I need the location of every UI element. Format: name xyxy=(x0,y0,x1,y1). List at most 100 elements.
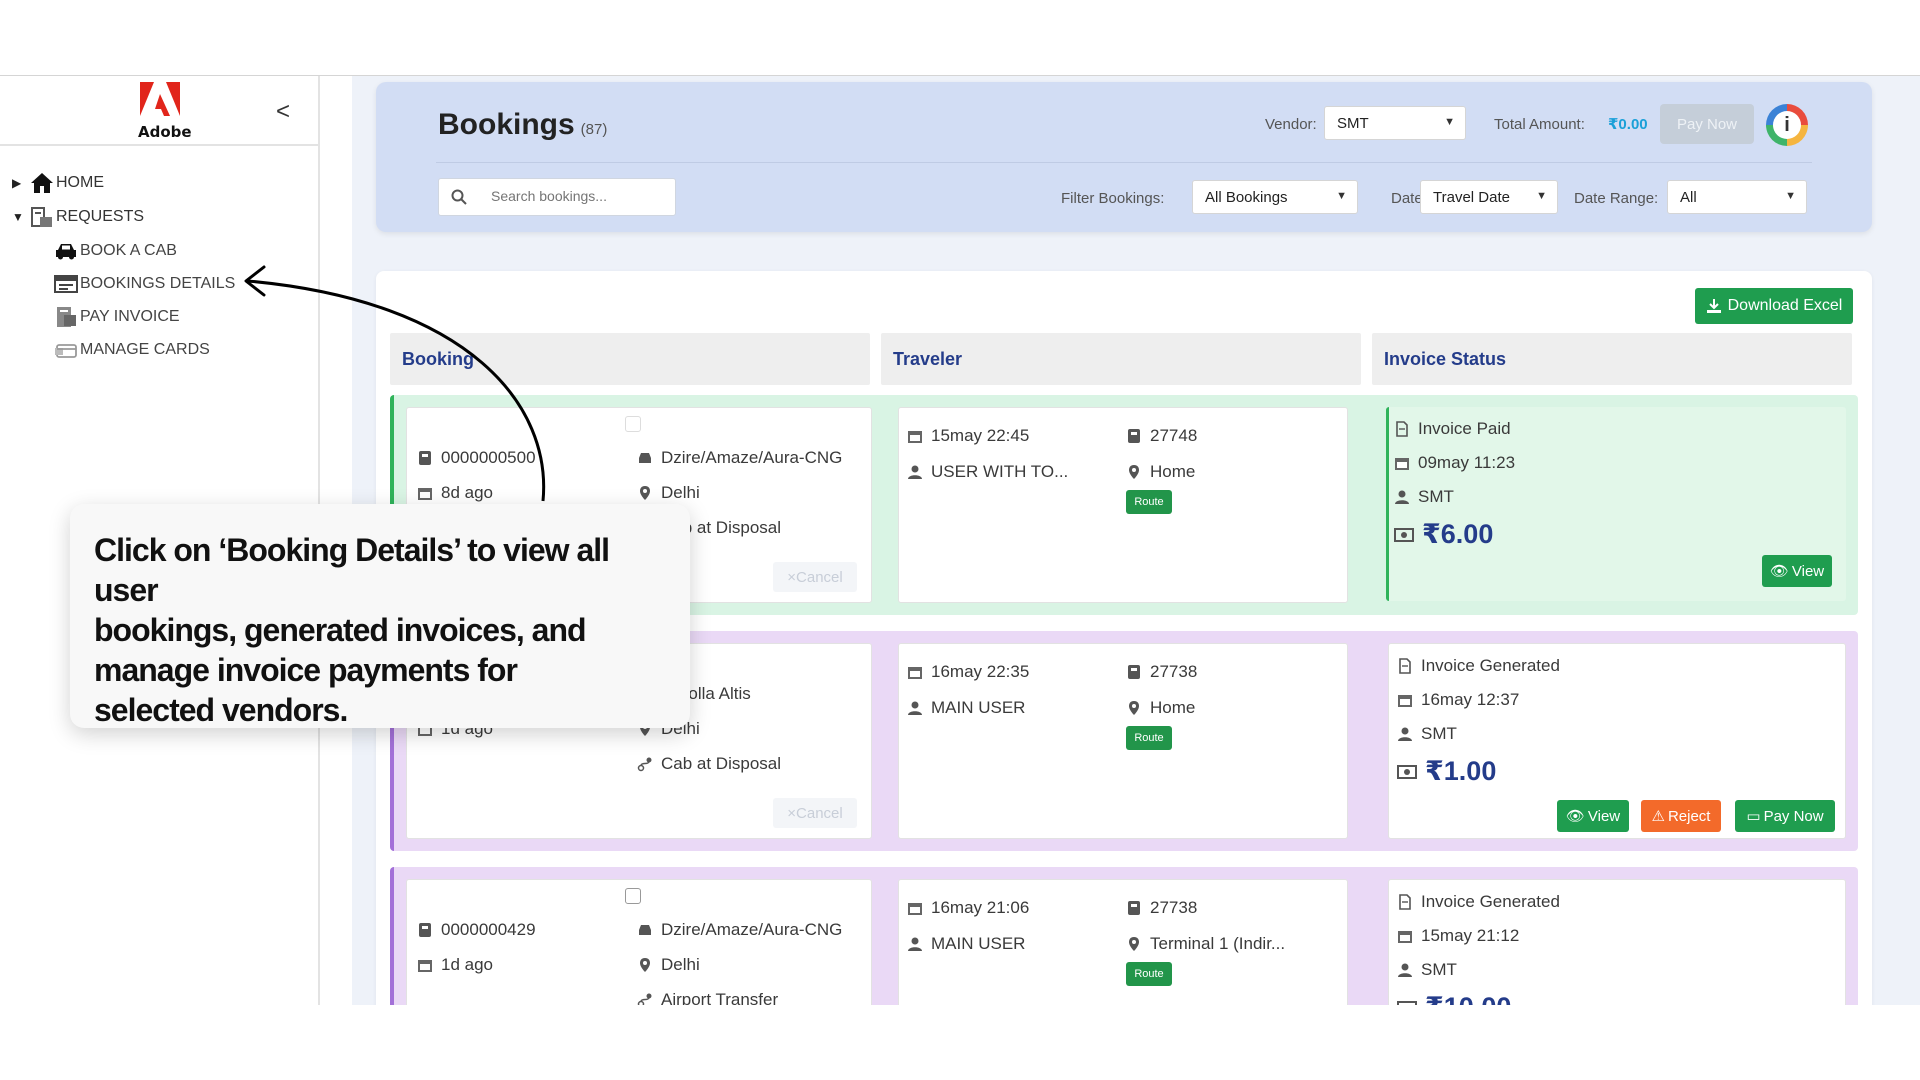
invoice-vendor: SMT xyxy=(1397,960,1457,980)
home-icon xyxy=(30,171,54,195)
user-icon xyxy=(1398,963,1412,977)
travel-time-text: 15may 22:45 xyxy=(931,426,1030,445)
travel-time-text: 16may 22:35 xyxy=(931,662,1030,681)
bookings-count: (87) xyxy=(580,121,608,138)
column-header-traveler: Traveler xyxy=(881,333,1361,385)
filter-bookings-select[interactable]: All Bookings ▼ xyxy=(1192,180,1358,214)
id-badge-icon xyxy=(419,451,431,465)
invoice-date: 09may 11:23 xyxy=(1394,453,1515,473)
document-icon xyxy=(1396,421,1408,437)
logo-area: Adobe < xyxy=(0,76,318,146)
invoice-vendor-text: SMT xyxy=(1421,724,1457,743)
traveler-name-text: MAIN USER xyxy=(931,934,1026,953)
callout-line-4: selected vendors. xyxy=(94,692,348,728)
caret-right-icon[interactable]: ▶ xyxy=(12,176,30,190)
invoice-cell: Invoice Generated 16may 12:37 SMT ₹1.00 … xyxy=(1388,643,1846,839)
route-badge[interactable]: Route xyxy=(1126,726,1172,750)
view-invoice-button[interactable]: 👁 View xyxy=(1762,555,1832,587)
chevron-down-icon: ▼ xyxy=(1785,190,1796,202)
invoice-cell: Invoice Paid 09may 11:23 SMT ₹6.00 👁 View xyxy=(1386,407,1846,603)
traveler-name: MAIN USER xyxy=(907,698,1025,718)
calendar-icon xyxy=(908,431,922,443)
vendor-label: Vendor: xyxy=(1265,116,1317,133)
date-range-select[interactable]: All ▼ xyxy=(1667,180,1807,214)
chevron-down-icon: ▼ xyxy=(1336,190,1347,202)
sidebar-item-label: MANAGE CARDS xyxy=(80,340,210,358)
sidebar-item-book-a-cab[interactable]: BOOK A CAB xyxy=(0,234,318,267)
travel-time-text: 16may 21:06 xyxy=(931,898,1030,917)
warning-icon: ⚠ xyxy=(1651,808,1665,825)
invoice-amount: ₹6.00 xyxy=(1394,519,1493,550)
sidebar-item-label: BOOKINGS DETAILS xyxy=(80,274,236,292)
app-window: Adobe < ▶ HOME ▼ REQUESTS BOOK A CAB BOO… xyxy=(0,75,1920,1005)
map-pin-icon xyxy=(1129,937,1139,951)
pay-now-header-button[interactable]: Pay Now xyxy=(1660,104,1754,144)
invoice-date: 16may 12:37 xyxy=(1397,690,1519,710)
bookings-header: Bookings (87) Vendor: SMT ▼ Total Amount:… xyxy=(376,82,1872,232)
row-checkbox[interactable] xyxy=(625,416,641,432)
pickup-location-text: Home xyxy=(1150,698,1196,717)
sidebar-item-bookings-details[interactable]: BOOKINGS DETAILS xyxy=(0,267,318,300)
map-pin-icon xyxy=(640,958,650,972)
calendar-icon xyxy=(1398,931,1412,943)
route-badge[interactable]: Route xyxy=(1126,490,1172,514)
view-invoice-button[interactable]: 👁 View xyxy=(1557,800,1629,832)
map-pin-icon xyxy=(640,486,650,500)
booking-age-text: 1d ago xyxy=(441,955,493,974)
travel-time: 16may 22:35 xyxy=(907,662,1029,682)
car-type: Dzire/Amaze/Aura-CNG xyxy=(637,920,842,940)
collapse-sidebar-button[interactable]: < xyxy=(276,98,290,126)
pay-now-button[interactable]: ▭ Pay Now xyxy=(1735,800,1835,832)
service-type-text: Airport Transfer xyxy=(661,990,779,1005)
travel-time: 16may 21:06 xyxy=(907,898,1029,918)
invoice-status: Invoice Generated xyxy=(1397,656,1560,676)
traveler-id-text: 27738 xyxy=(1150,898,1198,917)
sidebar-item-label: HOME xyxy=(56,174,104,191)
sidebar-item-home[interactable]: ▶ HOME xyxy=(0,166,318,200)
caret-down-icon[interactable]: ▼ xyxy=(12,210,30,224)
column-header-booking: Booking xyxy=(390,333,870,385)
travel-time: 15may 22:45 xyxy=(907,426,1029,446)
car-type-text: Dzire/Amaze/Aura-CNG xyxy=(661,920,843,939)
city: Delhi xyxy=(637,955,700,975)
id-badge-icon xyxy=(419,923,431,937)
traveler-id-text: 27748 xyxy=(1150,426,1198,445)
traveler-cell: 16may 21:06 MAIN USER 27738 Terminal 1 (… xyxy=(898,879,1348,1005)
booking-cell: 0000000429 1d ago Dzire/Amaze/Aura-CNG D… xyxy=(406,879,872,1005)
sidebar-item-manage-cards[interactable]: MANAGE CARDS xyxy=(0,333,318,366)
adobe-logo[interactable]: Adobe xyxy=(138,82,192,141)
invoice-vendor: SMT xyxy=(1397,724,1457,744)
search-input[interactable] xyxy=(491,188,667,204)
invoice-amount-text: ₹6.00 xyxy=(1422,519,1494,549)
cash-icon xyxy=(1394,527,1414,542)
traveler-name-text: MAIN USER xyxy=(931,698,1026,717)
user-icon xyxy=(1398,727,1412,741)
sidebar-item-label: REQUESTS xyxy=(56,208,145,225)
date-type-select[interactable]: Travel Date ▼ xyxy=(1420,180,1558,214)
download-icon xyxy=(1706,299,1721,313)
cancel-booking-button[interactable]: ×Cancel xyxy=(773,798,857,828)
booking-id-text: 0000000500 xyxy=(441,448,536,467)
sidebar-item-requests[interactable]: ▼ REQUESTS xyxy=(0,200,318,234)
invoice-vendor-text: SMT xyxy=(1421,960,1457,979)
route-badge[interactable]: Route xyxy=(1126,962,1172,986)
id-badge-icon xyxy=(1128,429,1140,443)
vendor-select[interactable]: SMT ▼ xyxy=(1324,106,1466,140)
traveler-id: 27738 xyxy=(1126,898,1197,918)
total-amount-label: Total Amount: xyxy=(1494,116,1585,133)
document-icon xyxy=(1399,894,1411,910)
reject-invoice-button[interactable]: ⚠ Reject xyxy=(1641,800,1721,832)
calendar-icon xyxy=(908,667,922,679)
date-range-value: All xyxy=(1680,189,1697,206)
calendar-icon xyxy=(418,488,432,500)
user-avatar[interactable]: i xyxy=(1766,104,1808,146)
cancel-booking-button[interactable]: ×Cancel xyxy=(773,562,857,592)
eye-icon: 👁 xyxy=(1769,563,1789,580)
row-checkbox[interactable] xyxy=(625,888,641,904)
pickup-location: Terminal 1 (Indir... xyxy=(1126,934,1285,954)
sidebar-item-label: PAY INVOICE xyxy=(80,307,180,325)
sidebar-item-pay-invoice[interactable]: PAY INVOICE xyxy=(0,300,318,333)
date-range-label: Date Range: xyxy=(1574,190,1659,207)
download-excel-button[interactable]: Download Excel xyxy=(1695,288,1853,324)
invoice-amount-text: ₹1.00 xyxy=(1425,756,1497,786)
